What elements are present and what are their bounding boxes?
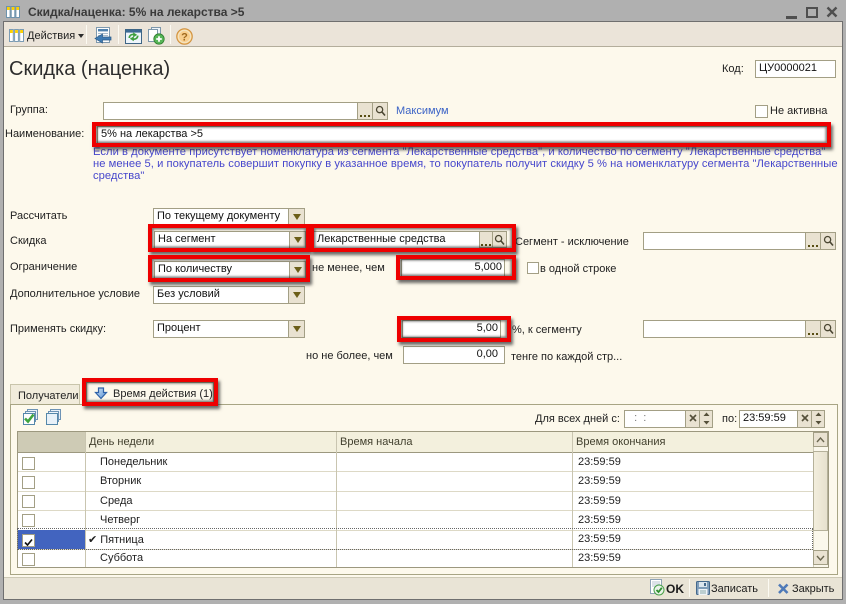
svg-text:?: ? (181, 31, 188, 43)
